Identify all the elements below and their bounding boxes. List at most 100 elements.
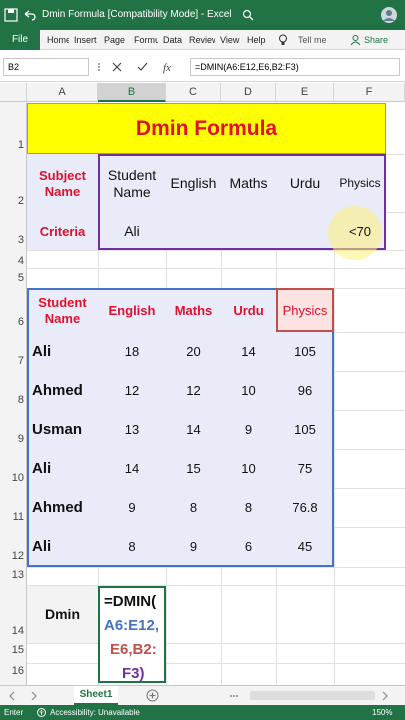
criteria-header-maths[interactable]: Maths <box>221 155 276 212</box>
horizontal-scrollbar[interactable] <box>250 691 375 700</box>
column-header-d[interactable]: D <box>221 83 276 102</box>
row-name[interactable]: Ali <box>32 450 98 488</box>
data-header-maths[interactable]: Maths <box>166 289 221 332</box>
tab-formulas[interactable]: Formulas <box>134 30 158 50</box>
row-urdu[interactable]: 10 <box>221 372 276 410</box>
save-icon[interactable] <box>4 8 18 22</box>
row-header-8[interactable]: 8 <box>0 394 26 406</box>
column-header-c[interactable]: C <box>166 83 221 102</box>
name-box[interactable]: B2 <box>3 58 89 76</box>
formula-input[interactable]: =DMIN(A6:E12,E6,B2:F3) <box>190 58 400 76</box>
data-header-physics[interactable]: Physics <box>276 289 334 332</box>
column-header-b[interactable]: B <box>98 83 166 102</box>
row-urdu[interactable]: 8 <box>221 489 276 527</box>
sheet-tab-sheet1[interactable]: Sheet1 <box>74 686 118 705</box>
criteria-header-english[interactable]: English <box>166 155 221 212</box>
row-physics[interactable]: 45 <box>276 528 334 566</box>
tab-review[interactable]: Review <box>189 30 215 50</box>
undo-icon[interactable] <box>22 8 36 22</box>
data-header-student[interactable]: Student Name <box>27 289 98 332</box>
column-header-a[interactable]: A <box>27 83 98 102</box>
row-physics[interactable]: 76.8 <box>276 489 334 527</box>
share-button[interactable]: Share <box>364 30 394 50</box>
row-header-3[interactable]: 3 <box>0 234 26 246</box>
add-sheet-icon[interactable] <box>146 689 159 702</box>
more-sheets-icon[interactable] <box>230 694 238 698</box>
row-physics[interactable]: 96 <box>276 372 334 410</box>
scrollbar-right-arrow-icon[interactable] <box>381 691 389 701</box>
row-physics[interactable]: 105 <box>276 333 334 371</box>
tell-me-input[interactable]: Tell me <box>298 30 332 50</box>
row-header-12[interactable]: 12 <box>0 550 26 562</box>
row-english[interactable]: 18 <box>98 333 166 371</box>
share-icon[interactable] <box>350 34 361 46</box>
row-maths[interactable]: 20 <box>166 333 221 371</box>
row-header-11[interactable]: 11 <box>0 511 26 523</box>
tab-data[interactable]: Data <box>163 30 185 50</box>
row-english[interactable]: 12 <box>98 372 166 410</box>
column-header-e[interactable]: E <box>276 83 334 102</box>
row-name[interactable]: Ahmed <box>32 372 98 410</box>
row-maths[interactable]: 12 <box>166 372 221 410</box>
row-physics[interactable]: 105 <box>276 411 334 449</box>
tab-home[interactable]: Home <box>47 30 69 50</box>
tab-file[interactable]: File <box>0 30 40 50</box>
row-header-4[interactable]: 4 <box>0 255 26 267</box>
sheet-title[interactable]: Dmin Formula <box>27 103 386 154</box>
row-header-10[interactable]: 10 <box>0 472 26 484</box>
row-header-1[interactable]: 1 <box>0 139 26 151</box>
row-physics[interactable]: 75 <box>276 450 334 488</box>
row-english[interactable]: 8 <box>98 528 166 566</box>
user-avatar-icon[interactable] <box>380 6 398 24</box>
criteria-label[interactable]: Criteria <box>27 213 98 250</box>
status-accessibility[interactable]: Accessibility: Unavailable <box>50 708 140 717</box>
row-english[interactable]: 14 <box>98 450 166 488</box>
scroll-left-icon[interactable] <box>8 691 16 701</box>
row-maths[interactable]: 8 <box>166 489 221 527</box>
enter-icon[interactable] <box>137 62 148 72</box>
criteria-header-urdu[interactable]: Urdu <box>276 155 334 212</box>
tab-view[interactable]: View <box>220 30 242 50</box>
criteria-header-student[interactable]: Student Name <box>98 155 166 212</box>
row-header-15[interactable]: 15 <box>0 644 26 656</box>
search-icon[interactable] <box>242 9 254 21</box>
status-zoom[interactable]: 150% <box>372 708 392 717</box>
row-header-6[interactable]: 6 <box>0 316 26 328</box>
data-header-english[interactable]: English <box>98 289 166 332</box>
tab-page-layout[interactable]: Page Layout <box>104 30 128 50</box>
row-header-9[interactable]: 9 <box>0 433 26 445</box>
criteria-header-physics[interactable]: Physics <box>334 155 386 212</box>
row-header-7[interactable]: 7 <box>0 355 26 367</box>
row-name[interactable]: Ali <box>32 528 98 566</box>
row-header-2[interactable]: 2 <box>0 195 26 207</box>
row-name[interactable]: Ali <box>32 333 98 371</box>
criteria-header-subject[interactable]: Subject Name <box>27 155 98 212</box>
data-header-urdu[interactable]: Urdu <box>221 289 276 332</box>
row-urdu[interactable]: 6 <box>221 528 276 566</box>
insert-function-icon[interactable]: fx <box>162 60 178 74</box>
scroll-right-icon[interactable] <box>30 691 38 701</box>
row-english[interactable]: 13 <box>98 411 166 449</box>
row-header-14[interactable]: 14 <box>0 625 26 637</box>
row-urdu[interactable]: 9 <box>221 411 276 449</box>
criteria-physics-value[interactable]: <70 <box>334 213 386 250</box>
row-urdu[interactable]: 14 <box>221 333 276 371</box>
select-all-corner[interactable] <box>0 83 27 102</box>
row-name[interactable]: Ahmed <box>32 489 98 527</box>
row-header-5[interactable]: 5 <box>0 272 26 284</box>
active-cell-editor[interactable]: =DMIN( A6:E12, E6,B2: F3) <box>98 586 166 683</box>
row-header-16[interactable]: 16 <box>0 665 26 677</box>
tab-help[interactable]: Help <box>247 30 269 50</box>
column-header-f[interactable]: F <box>334 83 405 102</box>
row-maths[interactable]: 9 <box>166 528 221 566</box>
row-english[interactable]: 9 <box>98 489 166 527</box>
result-label[interactable]: Dmin <box>27 586 98 643</box>
criteria-student-value[interactable]: Ali <box>98 213 166 250</box>
more-options-icon[interactable] <box>95 63 103 71</box>
row-maths[interactable]: 14 <box>166 411 221 449</box>
row-header-13[interactable]: 13 <box>0 569 26 581</box>
row-urdu[interactable]: 10 <box>221 450 276 488</box>
row-maths[interactable]: 15 <box>166 450 221 488</box>
tab-insert[interactable]: Insert <box>74 30 100 50</box>
row-name[interactable]: Usman <box>32 411 98 449</box>
